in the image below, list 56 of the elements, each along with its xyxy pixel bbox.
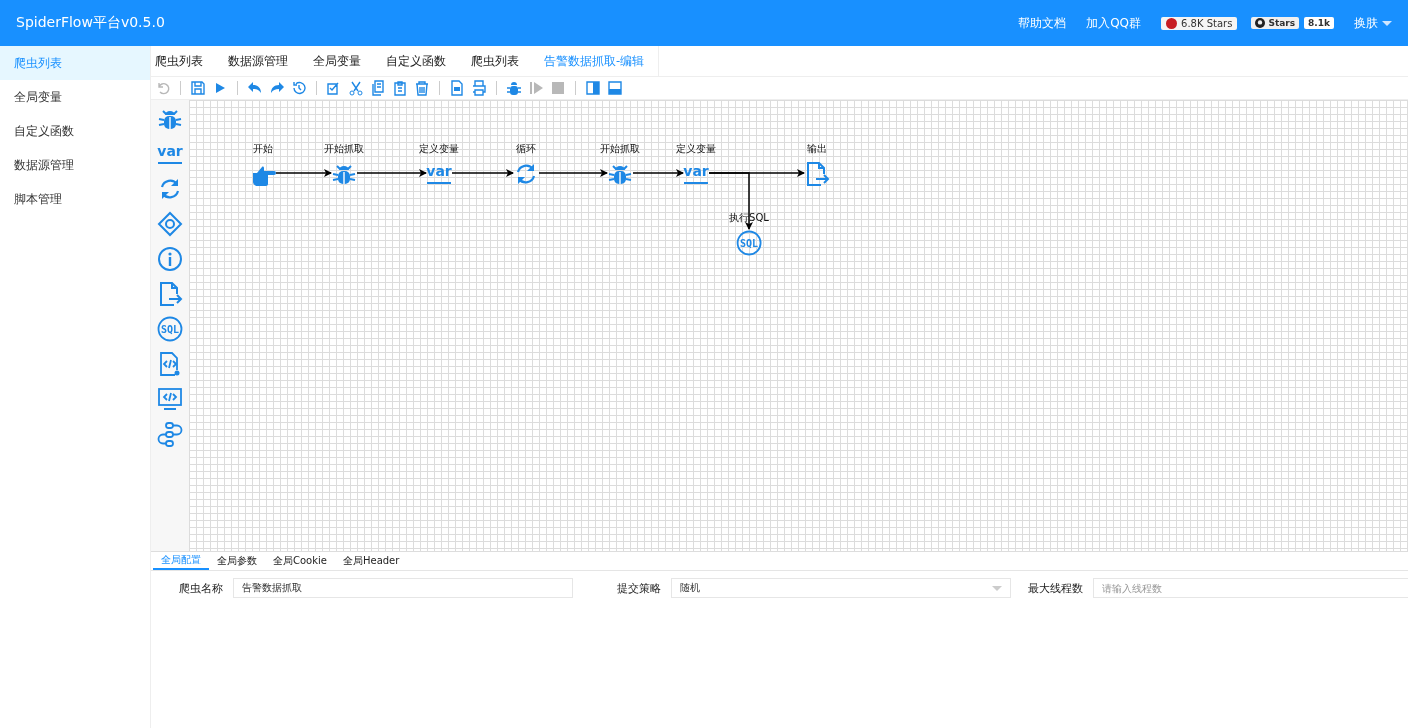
print-icon[interactable]: [471, 80, 487, 96]
connector-arrow[interactable]: [356, 169, 427, 177]
node-label: 定义变量: [419, 142, 459, 156]
field-label: 提交策略: [616, 580, 662, 596]
tab[interactable]: 全局变量: [313, 46, 374, 76]
tab[interactable]: 自定义函数: [386, 46, 459, 76]
sidebar-item[interactable]: 自定义函数: [0, 114, 150, 148]
node-label: 输出: [807, 142, 827, 156]
connector-arrow[interactable]: [275, 169, 332, 177]
field-label: 最大线程数: [1027, 580, 1084, 596]
sql-icon: SQL: [157, 316, 183, 342]
connector-arrow[interactable]: [538, 169, 608, 177]
node-label: 开始: [253, 142, 273, 156]
tab[interactable]: 爬虫列表: [155, 46, 216, 76]
connector-arrow[interactable]: [708, 169, 805, 177]
config-tab[interactable]: 全局参数: [209, 552, 265, 570]
condition-icon: [157, 211, 183, 237]
save-icon[interactable]: [190, 80, 206, 96]
node-label: 定义变量: [676, 142, 716, 156]
info-icon: [157, 246, 183, 272]
debug-icon[interactable]: [506, 80, 522, 96]
github-logo: [1255, 18, 1266, 28]
output-icon: [157, 281, 183, 307]
tab[interactable]: 数据源管理: [228, 46, 301, 76]
input-field[interactable]: 请输入线程数: [1093, 578, 1408, 598]
history-icon[interactable]: [291, 80, 307, 96]
star-count-badge: 8.1k: [1304, 17, 1334, 29]
connector-arrow[interactable]: [632, 169, 684, 177]
gitee-logo: [1166, 17, 1178, 29]
sidebar-item[interactable]: 数据源管理: [0, 148, 150, 182]
panel-bottom-icon[interactable]: [607, 80, 623, 96]
config-tab[interactable]: 全局Cookie: [265, 552, 335, 570]
github-stars-button[interactable]: Stars: [1251, 17, 1300, 29]
paste-icon[interactable]: [392, 80, 408, 96]
field-label: 爬虫名称: [178, 580, 224, 596]
output-node-icon: [804, 161, 830, 187]
copy-icon[interactable]: [370, 80, 386, 96]
export-icon[interactable]: [449, 80, 465, 96]
app-title: SpiderFlow平台v0.5.0: [16, 14, 166, 32]
tab[interactable]: 爬虫列表: [471, 46, 532, 76]
node-label: 开始抓取: [600, 142, 640, 156]
node-label: 开始抓取: [324, 142, 364, 156]
delete-icon[interactable]: [414, 80, 430, 96]
monitor-code-icon: [157, 386, 183, 412]
panel-right-icon[interactable]: [585, 80, 601, 96]
gitee-stars-badge[interactable]: 6.8K Stars: [1161, 16, 1238, 30]
strategy-select[interactable]: 随机: [671, 578, 1011, 598]
sql-node-icon: SQL: [736, 230, 762, 256]
sidebar-item[interactable]: 全局变量: [0, 80, 150, 114]
cut-icon[interactable]: [348, 80, 364, 96]
sidebar-item[interactable]: 脚本管理: [0, 182, 150, 216]
process-icon: [157, 421, 183, 447]
config-tab[interactable]: 全局Header: [334, 552, 408, 570]
connector-arrow[interactable]: [451, 169, 514, 177]
input-field[interactable]: 告警数据抓取: [233, 578, 573, 598]
node-label: 循环: [516, 142, 536, 156]
